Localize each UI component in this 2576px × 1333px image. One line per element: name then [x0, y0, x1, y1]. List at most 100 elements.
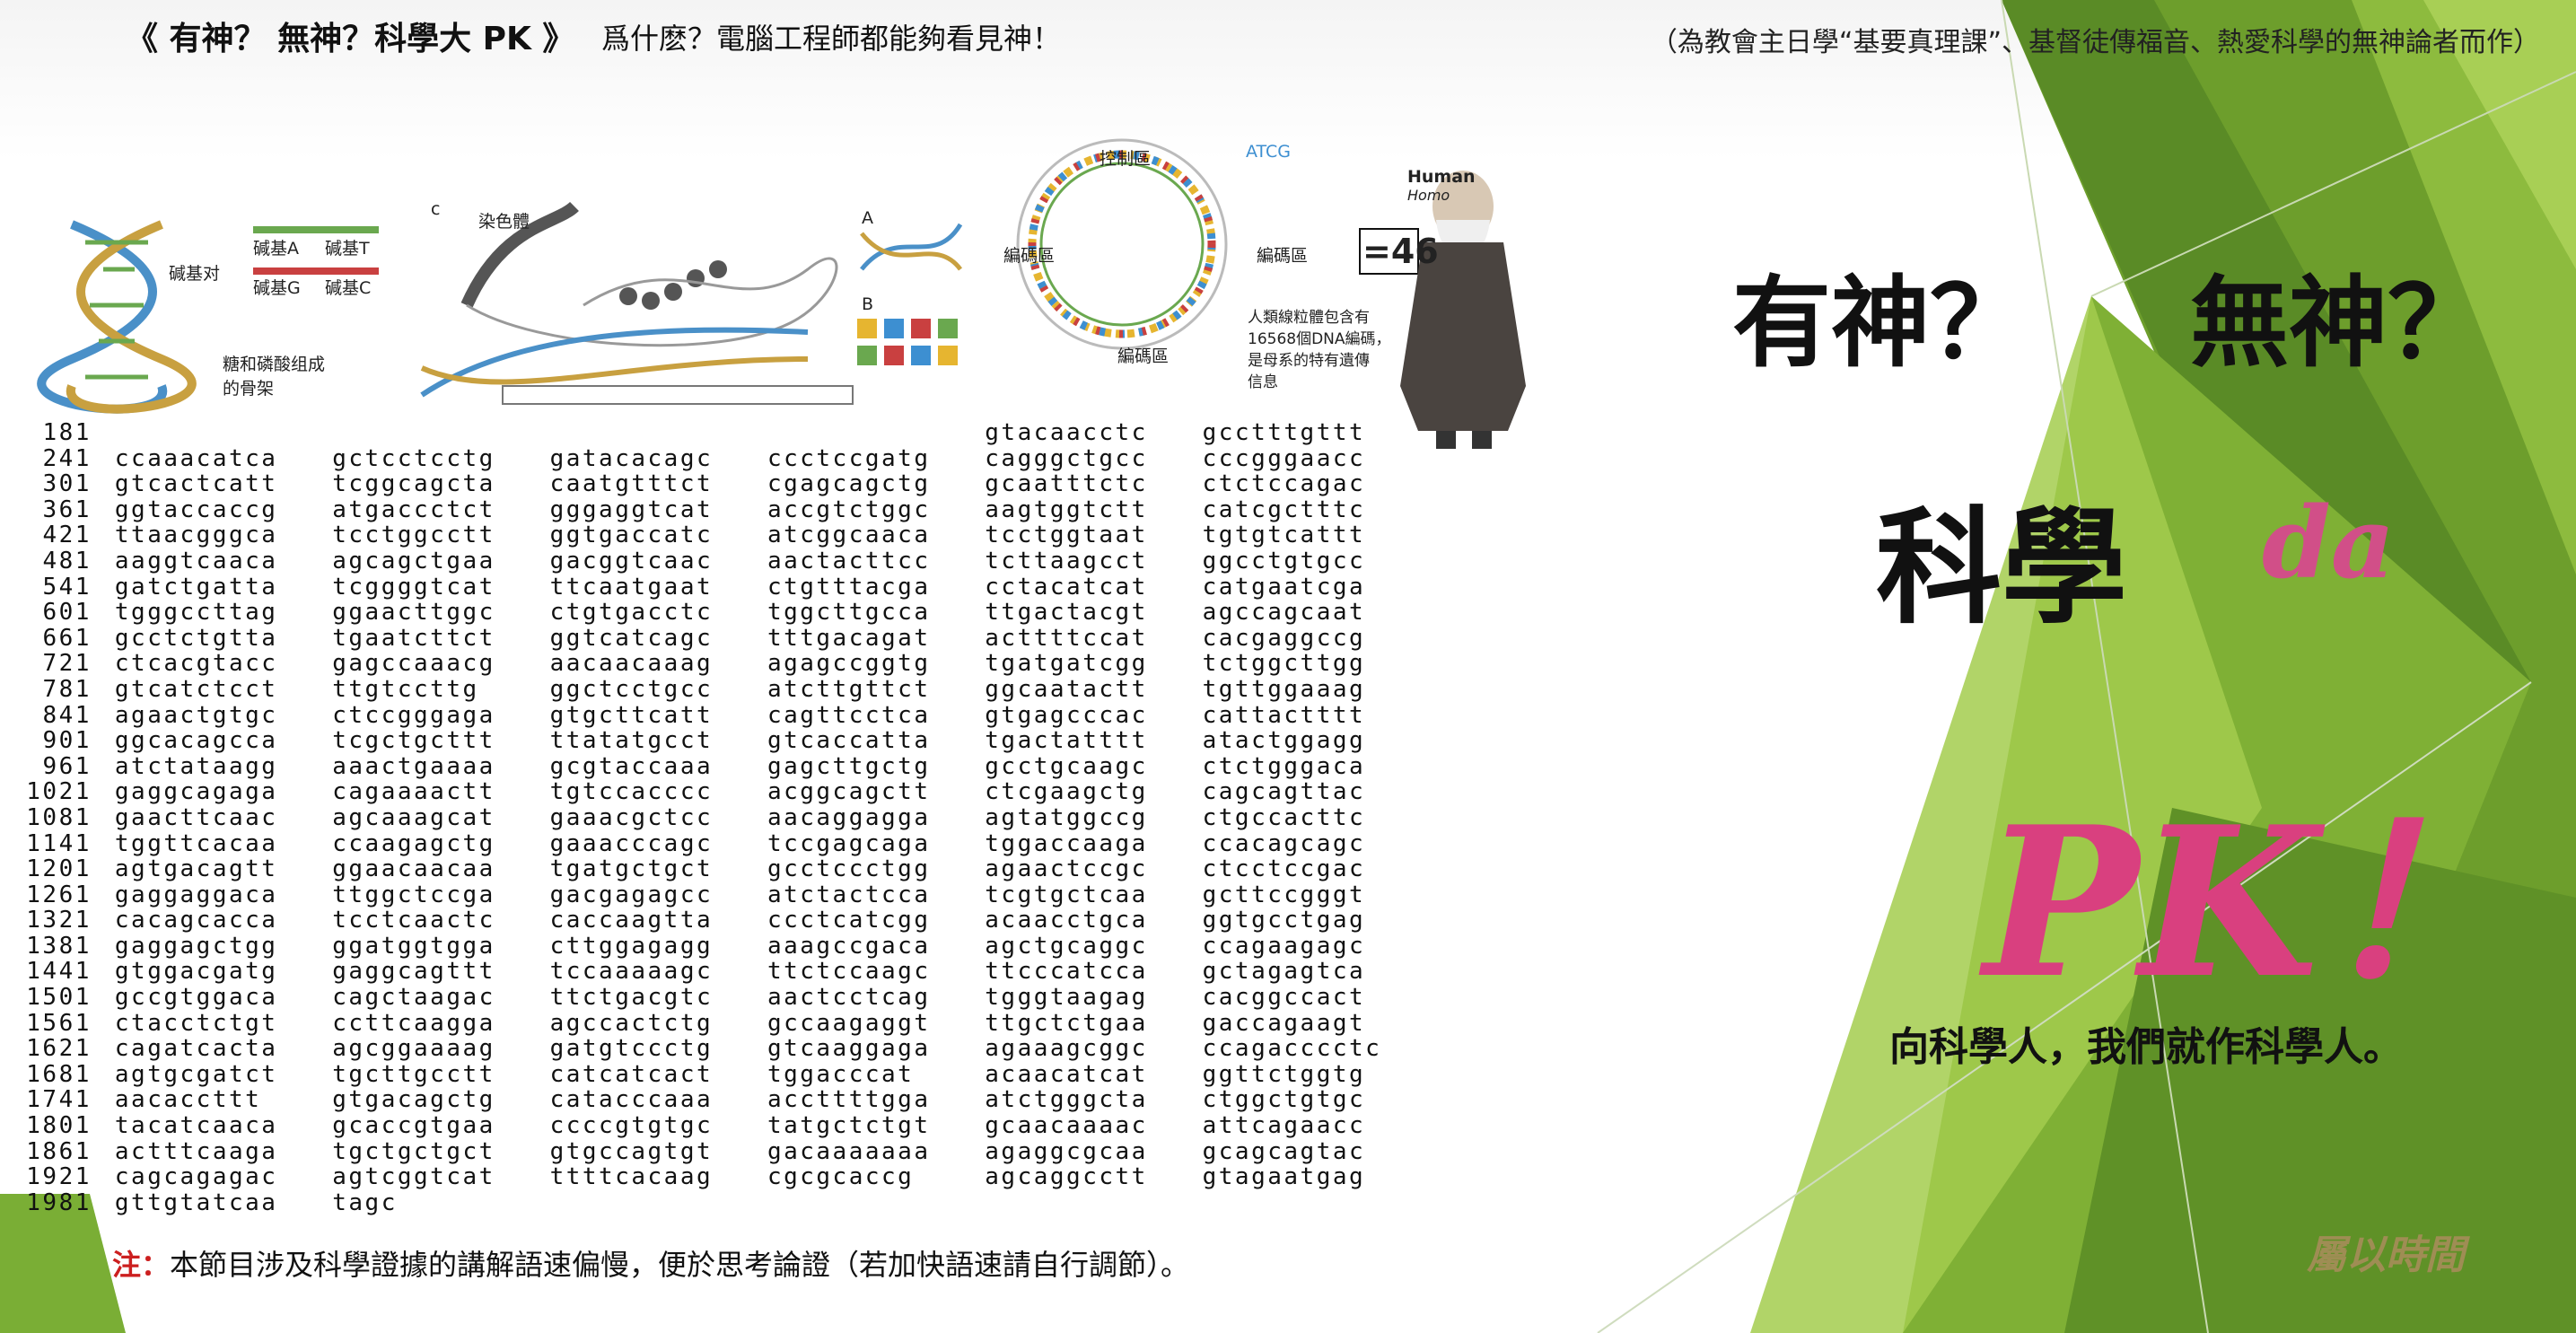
sequence-row-number: 1381	[26, 932, 92, 960]
sequence-segment: gtgagcccac	[985, 701, 1148, 729]
sequence-segment: agtcggtcat	[332, 1163, 495, 1191]
sequence-segment: atgaccctct	[332, 495, 495, 523]
sequence-segment: agcaggcctt	[985, 1163, 1148, 1191]
sequence-segment: gaggcagaga	[114, 778, 278, 806]
sequence-row: 781 gtcatctcct ttgtccttg ggctcctgcc atcttgtt…	[11, 677, 1420, 703]
watermark: 屬以時間	[2307, 1232, 2465, 1278]
sequence-segment: attcagaacc	[1202, 1112, 1366, 1140]
sequence-row-number: 661	[42, 624, 92, 652]
sequence-row-number: 841	[42, 701, 92, 729]
sequence-segment: gacgagagcc	[549, 881, 714, 908]
sequence-segment	[767, 420, 985, 446]
sequence-segment: tatgctctgt	[767, 1112, 931, 1140]
sequence-row: 1021 gaggcagaga cagaaaactt tgtccacccc acggca…	[11, 779, 1420, 805]
sequence-segment: ctcacgtacc	[114, 650, 278, 678]
sequence-segment: cacagcacca	[114, 907, 278, 934]
slogan-text: 向科學人，我們就作科學人。	[1889, 1024, 2403, 1070]
sequence-segment: tcgctgcttt	[332, 727, 495, 755]
sequence-row-number: 1141	[26, 829, 92, 857]
sequence-row: 841 agaactgtgc ctccgggaga gtgcttcatt cagttcc…	[11, 703, 1420, 729]
sequence-segment: gaccagaagt	[1202, 1009, 1366, 1037]
sequence-segment: gagcttgctg	[767, 752, 931, 780]
sequence-segment: atactggagg	[1202, 727, 1366, 755]
sequence-segment: cagaaaactt	[332, 778, 495, 806]
sequence-segment: gtcaaggaga	[767, 1035, 931, 1063]
sequence-segment: ttgactacgt	[985, 599, 1148, 627]
sequence-segment: aacaggagga	[767, 803, 931, 831]
sequence-row-number: 601	[42, 599, 92, 627]
sequence-row-number: 961	[42, 752, 92, 780]
sequence-segment: tcggcagcta	[332, 470, 495, 498]
sequence-segment	[332, 420, 549, 446]
sequence-segment: ggcacagcca	[114, 727, 278, 755]
sequence-row: 301 gtcactcatt tcggcagcta caatgtttct cgagcag…	[11, 471, 1420, 497]
sequence-row: 1201 agtgacagtt ggaacaacaa tgatgctgct gcctcc…	[11, 856, 1420, 882]
sequence-segment: ggcaatactt	[985, 675, 1148, 703]
science-text: 科學	[1876, 495, 2128, 642]
sequence-segment: tttgacagat	[767, 624, 931, 652]
sequence-row-number: 1561	[26, 1009, 92, 1037]
sequence-segment: caatgtttct	[549, 470, 714, 498]
sequence-row: 1621 cagatcacta agcggaaaag gatgtccctg gtcaag…	[11, 1036, 1420, 1062]
sequence-segment: atctgggcta	[985, 1086, 1148, 1114]
sequence-row: 361 ggtaccaccg atgaccctct gggaggtcat accgtct…	[11, 497, 1420, 523]
homo-label: Homo	[1407, 187, 1450, 204]
sequence-segment: acttttccat	[985, 624, 1148, 652]
sequence-segment: ggtcatcagc	[549, 624, 714, 652]
sequence-row-number: 181	[42, 419, 92, 446]
mitochondria-description: 人類線粒體包含有 16568個DNA編碼， 是母系的特有遺傳 信息	[1248, 309, 1391, 391]
sequence-segment: tggaccaaga	[985, 829, 1148, 857]
sequence-segment: gatctgatta	[114, 573, 278, 601]
sequence-row: 1801 tacatcaaca gcaccgtgaa ccccgtgtgc tatgct…	[11, 1113, 1420, 1139]
sequence-segment: aacaacaaag	[549, 650, 714, 678]
sequence-segment: cttggagagg	[549, 932, 714, 960]
sequence-segment: gacggtcaac	[549, 547, 714, 574]
sequence-segment: tccgagcaga	[767, 829, 931, 857]
sequence-segment: tgcttgcctt	[332, 1060, 495, 1088]
sequence-segment: cagcagagac	[114, 1163, 278, 1191]
sequence-segment: gcttccgggt	[1202, 881, 1366, 908]
sequence-segment: gcaacaaaac	[985, 1112, 1148, 1140]
sequence-row: 661 gcctctgtta tgaatcttct ggtcatcagc tttgaca…	[11, 626, 1420, 652]
sequence-segment: ttttcacaag	[549, 1163, 714, 1191]
base-pair-label: 碱基对	[169, 264, 221, 284]
sequence-row-number: 781	[42, 675, 92, 703]
sequence-row: 1561 ctacctctgt ccttcaagga agccactctg gccaag…	[11, 1011, 1420, 1037]
sequence-segment: gtacaacctc	[985, 419, 1148, 446]
sequence-segment: agagccggtg	[767, 650, 931, 678]
sequence-segment: ctctccagac	[1202, 470, 1366, 498]
sequence-segment: ccagaagagc	[1202, 932, 1366, 960]
sequence-segment: ccacagcagc	[1202, 829, 1366, 857]
sequence-segment: agaactccgc	[985, 855, 1148, 883]
sequence-segment: atcttgttct	[767, 675, 931, 703]
sequence-segment: atctataagg	[114, 752, 278, 780]
sequence-segment: ggctcctgcc	[549, 675, 714, 703]
sequence-row-number: 481	[42, 547, 92, 574]
sequence-segment: gcctctgtta	[114, 624, 278, 652]
coding-region-left-label: 編碼區	[1003, 246, 1056, 266]
sequence-segment: cagctaagac	[332, 984, 495, 1012]
sequence-segment: aaactgaaaa	[332, 752, 495, 780]
sequence-segment: ttctccaagc	[767, 958, 931, 986]
darwin-figure-icon	[1400, 171, 1526, 449]
sequence-segment: gaggaggaca	[114, 881, 278, 908]
sequence-row-number: 901	[42, 727, 92, 755]
sequence-segment: aaagccgaca	[767, 932, 931, 960]
sequence-segment: agccagcaat	[1202, 599, 1366, 627]
sequence-segment: atcggcaaca	[767, 522, 931, 549]
sequence-segment: ctgtgacctc	[549, 599, 714, 627]
sequence-segment: ctcgaagctg	[985, 778, 1148, 806]
sequence-row: 1981 gttgtatcaa tagc	[11, 1190, 1420, 1216]
sequence-segment: gtggacgatg	[114, 958, 278, 986]
sequence-row: 1921 cagcagagac agtcggtcat ttttcacaag cgcgca…	[11, 1164, 1420, 1190]
sequence-segment: ggcctgtgcc	[1202, 547, 1366, 574]
chromosome-label: 染色體	[478, 212, 530, 232]
sequence-segment: actttcaaga	[114, 1137, 278, 1165]
sequence-segment: ccagacccctc	[1202, 1035, 1382, 1063]
sequence-segment: agctgcaggc	[985, 932, 1148, 960]
sequence-segment: tcgtgctcaa	[985, 881, 1148, 908]
sequence-segment: ccaagagctg	[332, 829, 495, 857]
sequence-segment: acaacatcat	[985, 1060, 1148, 1088]
sequence-segment: ggttctggtg	[1202, 1060, 1366, 1088]
sequence-segment: gtcactcatt	[114, 470, 278, 498]
